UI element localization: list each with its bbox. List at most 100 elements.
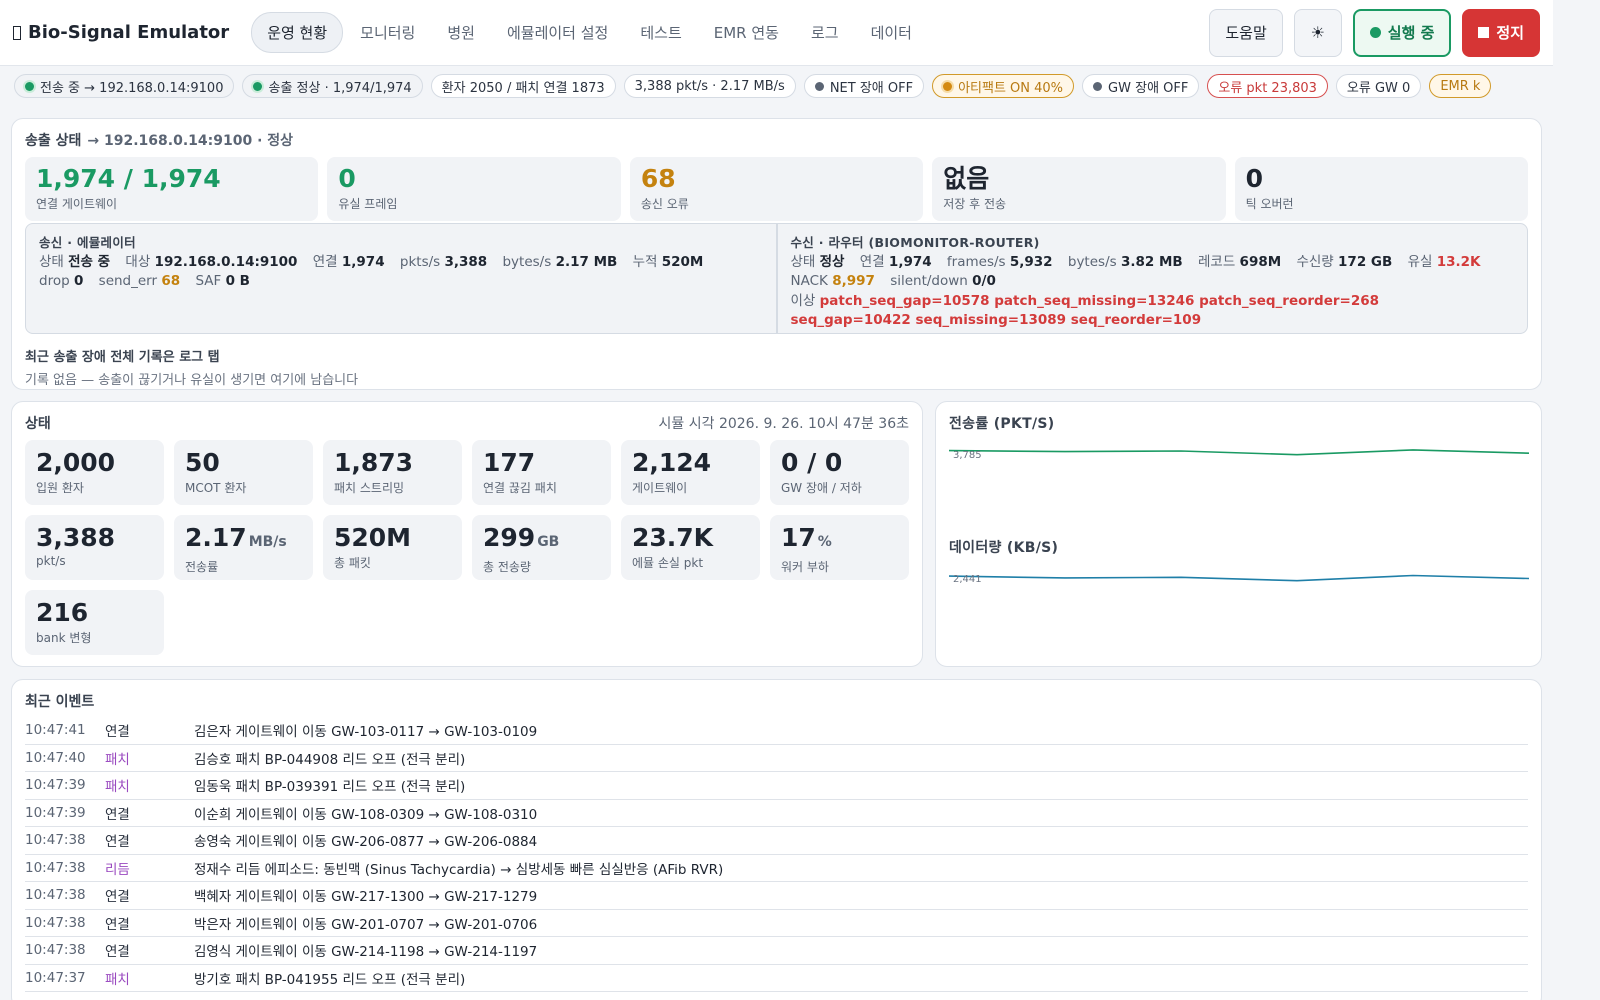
status-tile: 216 bank 변형 — [25, 590, 164, 655]
tile-value: 520M — [334, 523, 451, 553]
tile-value: 50 — [185, 448, 302, 478]
chip-label: 전송 중 → 192.168.0.14:9100 — [40, 80, 224, 96]
metric-label: 상태 — [790, 253, 816, 270]
stat-connected-gateways: 1,974 / 1,974 연결 게이트웨이 — [25, 157, 319, 221]
pkt-chart-title: 전송률 (PKT/S) — [949, 416, 1055, 432]
tab-log[interactable]: 로그 — [796, 13, 854, 52]
transmission-detail-panels: 송신 · 에뮬레이터 상태 전송 중 대상 192.168.0.14:9100 … — [25, 223, 1528, 334]
chip-label: GW 장애 OFF — [1108, 80, 1189, 96]
sender-send-err: 68 — [161, 273, 181, 289]
tile-label: pkt/s — [36, 554, 66, 568]
stop-square-icon — [1478, 27, 1490, 38]
chip-label: 오류 GW 0 — [1346, 80, 1411, 96]
tile-value: 0 / 0 — [781, 448, 898, 478]
tile-unit: MB/s — [248, 534, 287, 550]
tab-data[interactable]: 데이터 — [856, 13, 927, 52]
metric-label: frames/s — [946, 253, 1006, 270]
tile-value-text: 2,000 — [36, 448, 116, 477]
stat-value: 68 — [640, 164, 676, 193]
stat-label: 틱 오버런 — [1245, 197, 1294, 211]
tile-label: 게이트웨이 — [632, 481, 688, 495]
status-chip: 오류 GW 0 — [1335, 74, 1422, 98]
chip-label: 3,388 pkt/s · 2.17 MB/s — [634, 78, 785, 94]
status-chip: GW 장애 OFF — [1082, 74, 1200, 98]
sender-state: 전송 중 — [68, 253, 111, 270]
receiver-nack: 8,997 — [832, 273, 875, 289]
event-type: 연결 — [105, 944, 130, 961]
event-time: 10:47:37 — [25, 969, 86, 986]
tile-value-text: 2.17 — [185, 523, 247, 552]
tab-emulator-settings[interactable]: 에뮬레이터 설정 — [492, 13, 623, 52]
tab-hospital[interactable]: 병원 — [432, 13, 490, 52]
tile-value-text: 299 — [483, 523, 536, 552]
theme-toggle-button[interactable]: ☀ — [1293, 8, 1342, 57]
anomaly-line-2: seq_gap=10422 seq_missing=13089 seq_reor… — [790, 312, 1202, 328]
running-status-button[interactable]: 실행 중 — [1352, 8, 1452, 57]
tile-value: 177 — [483, 448, 600, 478]
event-message: 이순희 게이트웨이 이동 GW-108-0309 → GW-108-0310 — [194, 806, 538, 823]
chip-label: 송출 정상 · 1,974/1,974 — [268, 80, 412, 96]
chip-label: 환자 2050 / 패치 연결 1873 — [441, 80, 605, 96]
sender-saf: 0 B — [225, 273, 250, 289]
event-time: 10:47:38 — [25, 914, 86, 931]
stat-value: 0 — [338, 164, 356, 193]
tile-label: GW 장애 / 저하 — [781, 481, 862, 495]
status-title: 상태 — [25, 416, 51, 432]
metric-label: 연결 — [859, 253, 885, 270]
metric-label: send_err — [98, 273, 158, 289]
transmission-subtitle: → 192.168.0.14:9100 · 정상 — [87, 133, 294, 149]
stat-store-and-forward: 없음 저장 후 전송 — [932, 157, 1226, 221]
stat-value: 0 — [1245, 164, 1264, 193]
metric-label: 상태 — [39, 253, 64, 270]
tile-value-text: 3,388 — [36, 523, 116, 552]
event-message: 김승호 패치 BP-044908 리드 오프 (전극 분리) — [194, 751, 466, 768]
event-message: 임동욱 패치 BP-039391 리드 오프 (전극 분리) — [194, 779, 466, 796]
status-tile: 2.17 MB/s 전송률 — [174, 515, 313, 580]
event-time: 10:47:38 — [25, 832, 86, 849]
tile-value: 299 GB — [483, 523, 600, 557]
event-type: 리듬 — [105, 861, 130, 878]
pkt-chart-svg — [949, 449, 1529, 456]
status-dot-icon — [25, 81, 34, 91]
tab-emr[interactable]: EMR 연동 — [699, 13, 794, 52]
metric-label: 유실 — [1407, 253, 1433, 270]
tile-label: 연결 끊김 패치 — [483, 481, 557, 495]
recent-events-card: 최근 이벤트 10:47:41 연결 김은자 게이트웨이 이동 GW-103-011… — [11, 679, 1542, 1000]
event-type: 연결 — [105, 834, 130, 851]
tab-operations[interactable]: 운영 현황 — [251, 12, 344, 53]
status-tile: 2,000 입원 환자 — [25, 440, 164, 505]
tile-value-text: 1,873 — [334, 448, 414, 477]
tab-monitoring[interactable]: 모니터링 — [345, 13, 430, 52]
main-nav: 운영 현황 모니터링 병원 에뮬레이터 설정 테스트 EMR 연동 로그 데이터 — [251, 12, 927, 53]
tile-value-text: 17 — [781, 523, 816, 552]
receiver-frames: 5,932 — [1009, 253, 1053, 270]
metric-label: SAF — [195, 273, 222, 289]
status-chip: NET 장애 OFF — [803, 74, 925, 98]
tile-label: 전송률 — [185, 560, 219, 574]
tile-value-text: 216 — [36, 598, 89, 627]
help-button[interactable]: 도움말 — [1209, 8, 1283, 57]
receiver-anomalies: 이상 patch_seq_gap=10578 patch_seq_missing… — [791, 292, 1515, 312]
stat-tick-overrun: 0 틱 오버런 — [1234, 157, 1529, 221]
event-row: 10:47:40 패치 김승호 패치 BP-044908 리드 오프 (전극 분리) — [25, 745, 1528, 772]
status-card: 상태 시뮬 시각 2026. 9. 26. 10시 47분 36초 2,000 입… — [11, 401, 923, 667]
event-row: 10:47:41 연결 김은자 게이트웨이 이동 GW-103-0117 → GW-… — [25, 717, 1528, 745]
receiver-bytes: 3.82 MB — [1120, 253, 1183, 270]
status-dot-icon — [1093, 81, 1103, 91]
event-time: 10:47:38 — [25, 859, 86, 876]
tile-label: 총 전송량 — [483, 560, 531, 574]
metric-label: pkts/s — [399, 253, 441, 270]
event-type: 패치 — [105, 779, 130, 796]
running-label: 실행 중 — [1387, 24, 1435, 42]
tile-unit: GB — [537, 534, 560, 550]
tile-label: 에뮬 손실 pkt — [632, 556, 704, 570]
tile-value: 2,124 — [632, 448, 749, 478]
event-type: 패치 — [105, 751, 130, 768]
tab-test[interactable]: 테스트 — [625, 13, 696, 52]
stat-label: 유실 프레임 — [338, 197, 398, 211]
stop-button[interactable]: 정지 — [1462, 8, 1540, 57]
tile-value-text: 23.7K — [632, 523, 714, 552]
transmission-title: 송출 상태 → 192.168.0.14:9100 · 정상 — [25, 130, 1528, 150]
series-line — [949, 574, 1529, 582]
receiver-connections: 1,974 — [888, 253, 932, 270]
